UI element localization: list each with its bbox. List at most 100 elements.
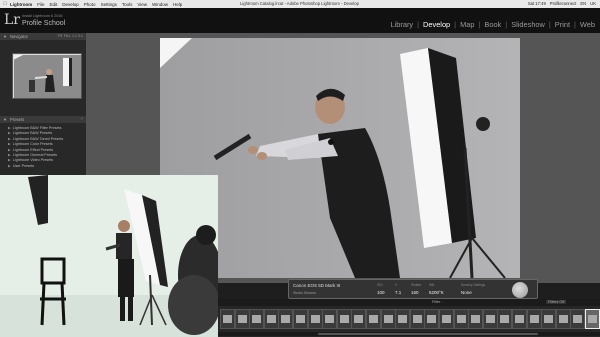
window-title: Lightroom Catalog.lrcat - Adobe Photosho… xyxy=(240,1,359,6)
thumbnail-image xyxy=(266,315,276,323)
lens-info: Studio Session xyxy=(293,291,317,295)
menu-tools[interactable]: Tools xyxy=(122,2,133,7)
filter-dropdown[interactable]: Filters Off xyxy=(546,300,567,304)
filmstrip-thumbnail[interactable] xyxy=(220,309,235,329)
navigator-preview[interactable] xyxy=(12,53,82,99)
filmstrip-thumbnail[interactable] xyxy=(555,309,571,329)
webcam-overlay xyxy=(0,175,218,337)
module-develop[interactable]: Develop xyxy=(422,20,451,29)
region-indicator[interactable]: UK xyxy=(590,1,596,6)
apple-icon[interactable]:  xyxy=(0,1,10,7)
menu-settings[interactable]: Settings xyxy=(101,2,117,7)
screen: { "menubar": { "apple_icon": "apple-icon… xyxy=(0,0,600,337)
filmstrip-thumbnail[interactable] xyxy=(278,309,294,329)
app-menu[interactable]: Lightroom xyxy=(10,2,32,7)
filmstrip-thumbnail[interactable] xyxy=(585,309,600,329)
thumbnail-image xyxy=(223,315,232,323)
filmstrip-thumbnail[interactable] xyxy=(468,309,484,329)
filmstrip-thumbnail[interactable] xyxy=(439,309,454,329)
thumbnail-image xyxy=(354,315,364,323)
filmstrip-thumbnail[interactable] xyxy=(263,309,279,329)
webcam-feed xyxy=(0,175,218,337)
thumbnail-image xyxy=(339,315,349,323)
filmstrip-scrollbar[interactable] xyxy=(218,332,600,336)
preset-folder-label: Lightroom B&W Filter Presets xyxy=(12,126,62,130)
filmstrip-thumbnail[interactable] xyxy=(351,309,367,329)
filmstrip-thumbnail[interactable] xyxy=(512,309,527,329)
zoom-fit[interactable]: FIT xyxy=(58,34,63,38)
left-panel: ▼ Navigator FIT FILL 1:1 3:1 ▼ Presets +… xyxy=(0,33,86,183)
filmstrip-thumbnail[interactable] xyxy=(395,309,411,329)
menu-window[interactable]: Window xyxy=(152,2,168,7)
filmstrip-thumbnail[interactable] xyxy=(526,309,542,329)
module-print[interactable]: Print xyxy=(554,20,571,29)
aperture-label: f/ xyxy=(395,283,397,287)
thumbnail-image xyxy=(500,315,510,323)
filmstrip-thumbnail[interactable] xyxy=(570,309,586,329)
wb-label: WB xyxy=(429,283,435,287)
menu-develop[interactable]: Develop xyxy=(62,2,79,7)
zoom-1-1[interactable]: 1:1 xyxy=(72,34,77,38)
thumbnail-image xyxy=(544,315,554,323)
filmstrip-thumbnail[interactable] xyxy=(234,309,250,329)
add-preset-icon[interactable]: + xyxy=(81,116,83,123)
module-book[interactable]: Book xyxy=(483,20,502,29)
lightroom-logo: Lr xyxy=(4,12,20,28)
clock[interactable]: Sat 17:49 xyxy=(528,1,546,6)
menu-photo[interactable]: Photo xyxy=(84,2,96,7)
aperture-value: 7.1 xyxy=(395,290,402,295)
filmstrip-thumbnail[interactable] xyxy=(322,309,338,329)
preset-folder-label: Lightroom B&W Toned Presets xyxy=(12,136,64,141)
filmstrip-thumbnail[interactable] xyxy=(380,309,396,329)
collapse-triangle-icon[interactable]: ▼ xyxy=(3,33,7,40)
iso-value: 100 xyxy=(377,290,385,295)
develop-settings-value[interactable]: None xyxy=(461,290,472,295)
thumbnail-image xyxy=(237,315,247,323)
navigator-view-box[interactable] xyxy=(13,54,81,98)
filmstrip-thumbnail[interactable] xyxy=(366,309,381,329)
module-web[interactable]: Web xyxy=(579,20,596,29)
filmstrip-thumbnail[interactable] xyxy=(424,309,440,329)
menu-edit[interactable]: Edit xyxy=(50,2,58,7)
filmstrip-thumbnail[interactable] xyxy=(453,309,469,329)
shutter-release-button[interactable] xyxy=(512,282,528,298)
filmstrip-thumbnail[interactable] xyxy=(307,309,323,329)
thumbnail-image xyxy=(398,315,408,323)
presets-triangle-icon[interactable]: ▼ xyxy=(3,116,7,123)
module-library[interactable]: Library xyxy=(390,20,415,29)
menu-file[interactable]: File xyxy=(37,2,44,7)
lightroom-header: Lr Install Lightroom 6 2016 Profile Scho… xyxy=(0,8,600,33)
filmstrip-thumbnail[interactable] xyxy=(409,309,425,329)
preset-folder[interactable]: ▶ User Presets xyxy=(8,164,84,169)
folder-triangle-icon: ▶ xyxy=(8,152,11,157)
shutter-value: 160 xyxy=(411,290,419,295)
scrollbar-thumb[interactable] xyxy=(318,333,538,335)
zoom-options[interactable]: FIT FILL 1:1 3:1 xyxy=(58,33,83,40)
macos-menubar:  Lightroom File Edit Develop Photo Sett… xyxy=(0,0,600,8)
menu-help[interactable]: Help xyxy=(173,2,182,7)
filmstrip-thumbnail[interactable] xyxy=(497,309,513,329)
filmstrip-thumbnail[interactable] xyxy=(336,309,352,329)
preset-folder-label: Lightroom Color Presets xyxy=(12,142,53,147)
module-map[interactable]: Map xyxy=(459,20,475,29)
filmstrip-thumbnail[interactable] xyxy=(541,309,557,329)
thumbnail-image xyxy=(369,315,378,323)
filmstrip-thumbnail[interactable] xyxy=(482,309,498,329)
preset-folder-label: User Presets xyxy=(12,163,35,168)
module-slideshow[interactable]: Slideshow xyxy=(510,20,546,29)
navigator-header[interactable]: ▼ Navigator FIT FILL 1:1 3:1 xyxy=(0,33,86,40)
camera-model: Canon EOS 5D Mark III xyxy=(293,283,341,288)
zoom-3-1[interactable]: 3:1 xyxy=(78,34,83,38)
folder-triangle-icon: ▶ xyxy=(8,147,11,152)
preset-list: ▶ Lightroom B&W Filter Presets ▶ Lightroom… xyxy=(8,126,84,169)
filmstrip-thumbnail[interactable] xyxy=(293,309,308,329)
menu-view[interactable]: View xyxy=(137,2,147,7)
presets-header[interactable]: ▼ Presets + xyxy=(0,116,86,123)
preset-folder-label: Lightroom B&W Presets xyxy=(12,131,53,136)
zoom-fill[interactable]: FILL xyxy=(64,34,71,38)
lang-indicator[interactable]: EN xyxy=(580,1,586,6)
filmstrip-toolbar: Filter : Filters Off xyxy=(218,299,600,306)
thumbnail-image xyxy=(558,315,568,323)
user-name[interactable]: Profileconnect xyxy=(550,1,577,6)
filmstrip-thumbnail[interactable] xyxy=(249,309,265,329)
